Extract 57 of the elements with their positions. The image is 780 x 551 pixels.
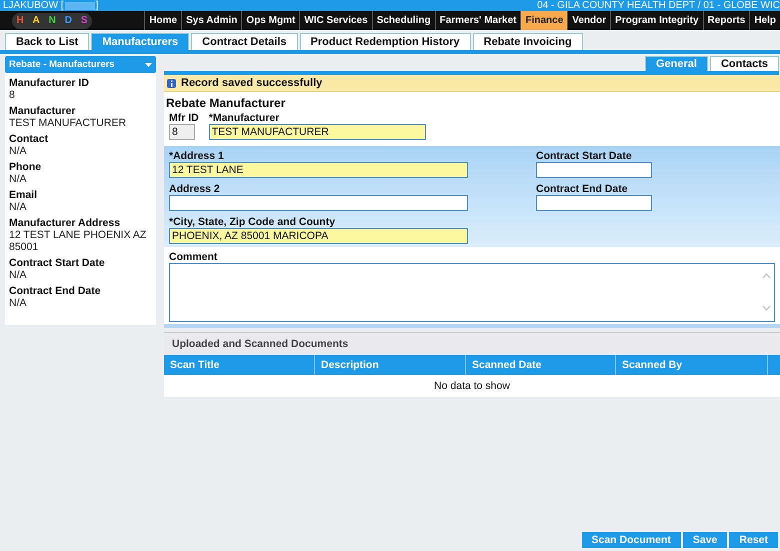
date-field[interactable] xyxy=(536,162,652,178)
input-field[interactable]: PHOENIX, AZ 85001 MARICOPA xyxy=(169,228,468,244)
sidebar-label: Manufacturer ID xyxy=(9,77,90,89)
menu-item[interactable]: Ops Mgmt xyxy=(241,11,300,30)
field-label: Contract Start Date xyxy=(536,150,633,162)
input-field[interactable] xyxy=(169,195,468,211)
tab[interactable]: Back to List xyxy=(5,33,90,50)
sidebar-value: N/A xyxy=(9,297,28,309)
user-bracket: ] xyxy=(96,0,98,11)
sidebar-value: TEST MANUFACTURER xyxy=(9,117,128,129)
info-icon xyxy=(167,78,176,88)
menu-item[interactable]: Finance xyxy=(520,11,568,30)
sidebar-value: N/A xyxy=(9,173,28,185)
menu-item[interactable]: Reports xyxy=(702,11,750,30)
message-text: Record saved successfully xyxy=(181,77,322,89)
sidebar-label: Phone xyxy=(9,161,42,173)
logo: H A N D S xyxy=(12,12,92,28)
input-field[interactable]: 8 xyxy=(169,124,195,140)
form-title: Rebate Manufacturer xyxy=(164,92,780,112)
input-field[interactable]: TEST MANUFACTURER xyxy=(208,124,426,140)
tab[interactable]: Contacts xyxy=(710,56,779,71)
field-label: *Manufacturer xyxy=(208,112,280,124)
menu-item[interactable]: Scheduling xyxy=(372,11,435,30)
field-label: Mfr ID xyxy=(169,112,199,124)
location-label: 04 - GILA COUNTY HEALTH DEPT / 01 - GLOBE WIC xyxy=(537,0,780,11)
field-label: Address 2 xyxy=(169,183,221,195)
sidebar-label: Manufacturer Address xyxy=(9,217,122,229)
caret-icon xyxy=(145,62,152,66)
sidebar-value: N/A xyxy=(9,145,28,157)
sidebar-value: N/A xyxy=(9,201,28,213)
field-label: *City, State, Zip Code and County xyxy=(169,216,336,228)
sidebar-label: Email xyxy=(9,189,38,201)
tab[interactable]: Contract Details xyxy=(191,33,298,50)
sidebar-label: Contact xyxy=(9,133,50,145)
sidebar-label: Contract End Date xyxy=(9,285,102,297)
date-field[interactable] xyxy=(536,195,652,211)
field-label: Contract End Date xyxy=(536,183,629,195)
tab[interactable]: Product Redemption History xyxy=(300,33,471,50)
menu-item[interactable]: Vendor xyxy=(567,11,610,30)
menu-item[interactable]: Help xyxy=(749,11,780,30)
menu-item[interactable]: Sys Admin xyxy=(181,11,242,30)
user-name: LJAKUBOW [ xyxy=(3,0,64,11)
section-title: Uploaded and Scanned Documents xyxy=(164,333,780,355)
sidebar-label: Contract Start Date xyxy=(9,257,106,269)
menu-item[interactable]: Program Integrity xyxy=(610,11,703,30)
input-field[interactable]: 12 TEST LANE xyxy=(169,162,468,178)
sidebar-value: N/A xyxy=(9,269,28,281)
menu-item[interactable]: Home xyxy=(144,11,182,30)
field-label: Comment xyxy=(169,251,218,263)
sidebar-value: 12 TEST LANE PHOENIX AZ 85001 xyxy=(9,229,148,253)
field-label: *Address 1 xyxy=(169,150,225,162)
comment-field[interactable] xyxy=(169,263,775,322)
sidebar-label: Manufacturer xyxy=(9,105,77,117)
tab[interactable]: Rebate Invoicing xyxy=(472,33,583,50)
empty-message: No data to show xyxy=(433,379,511,394)
sidebar-value: 8 xyxy=(9,89,16,101)
menu-item[interactable]: WIC Services xyxy=(299,11,372,30)
